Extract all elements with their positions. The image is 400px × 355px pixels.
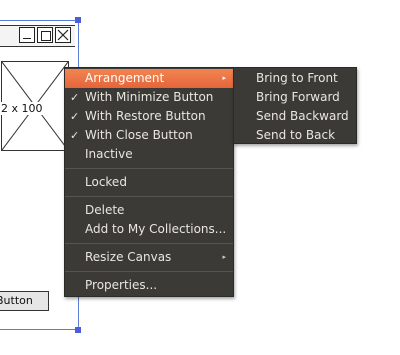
- close-icon: [55, 27, 71, 43]
- menu-item-label: With Minimize Button: [85, 90, 214, 104]
- menu-item-label: Locked: [85, 175, 127, 189]
- submenu-arrow-icon: ▸: [222, 74, 226, 82]
- menu-item-label: Arrangement: [85, 71, 165, 85]
- check-icon: ✓: [70, 129, 80, 142]
- mockup-button: Button: [0, 291, 49, 311]
- selection-handle-top-right[interactable]: [75, 17, 81, 23]
- menu-item-label: With Close Button: [85, 128, 193, 142]
- menu-separator: [65, 271, 233, 272]
- menu-item-properties[interactable]: Properties...: [65, 276, 233, 295]
- menu-item-with-minimize-button[interactable]: ✓ With Minimize Button: [65, 88, 233, 107]
- menu-item-with-close-button[interactable]: ✓ With Close Button: [65, 126, 233, 145]
- menu-item-label: Properties...: [85, 278, 158, 292]
- menu-item-label: With Restore Button: [85, 109, 206, 123]
- menu-item-arrangement[interactable]: Arrangement ▸: [65, 69, 233, 88]
- context-menu: Arrangement ▸ ✓ With Minimize Button ✓ W…: [64, 67, 234, 297]
- selection-handle-bottom-right[interactable]: [75, 327, 81, 333]
- submenu-item-bring-to-front[interactable]: Bring to Front: [234, 69, 356, 88]
- menu-separator: [65, 196, 233, 197]
- restore-icon: [37, 27, 53, 43]
- arrangement-submenu: Bring to Front Bring Forward Send Backwa…: [233, 67, 357, 144]
- minimize-icon: [19, 27, 35, 43]
- menu-item-label: Resize Canvas: [85, 250, 172, 264]
- menu-item-label: Inactive: [85, 147, 133, 161]
- mockup-titlebar: [0, 25, 75, 47]
- menu-item-add-to-collections[interactable]: Add to My Collections...: [65, 220, 233, 239]
- menu-item-with-restore-button[interactable]: ✓ With Restore Button: [65, 107, 233, 126]
- menu-item-label: Add to My Collections...: [85, 222, 227, 236]
- submenu-item-send-backward[interactable]: Send Backward: [234, 107, 356, 126]
- canvas: 2 x 100 Button Arrangement ▸ ✓ With Mini…: [0, 0, 400, 355]
- check-icon: ✓: [70, 91, 80, 104]
- submenu-item-send-to-back[interactable]: Send to Back: [234, 126, 356, 145]
- menu-item-inactive[interactable]: Inactive: [65, 145, 233, 164]
- menu-separator: [65, 243, 233, 244]
- check-icon: ✓: [70, 110, 80, 123]
- menu-separator: [65, 168, 233, 169]
- menu-item-label: Delete: [85, 203, 125, 217]
- image-size-label: 2 x 100: [0, 102, 44, 115]
- image-placeholder: 2 x 100: [0, 61, 69, 151]
- menu-item-delete[interactable]: Delete: [65, 201, 233, 220]
- menu-item-locked[interactable]: Locked: [65, 173, 233, 192]
- submenu-arrow-icon: ▸: [222, 253, 226, 261]
- menu-item-resize-canvas[interactable]: Resize Canvas ▸: [65, 248, 233, 267]
- submenu-item-bring-forward[interactable]: Bring Forward: [234, 88, 356, 107]
